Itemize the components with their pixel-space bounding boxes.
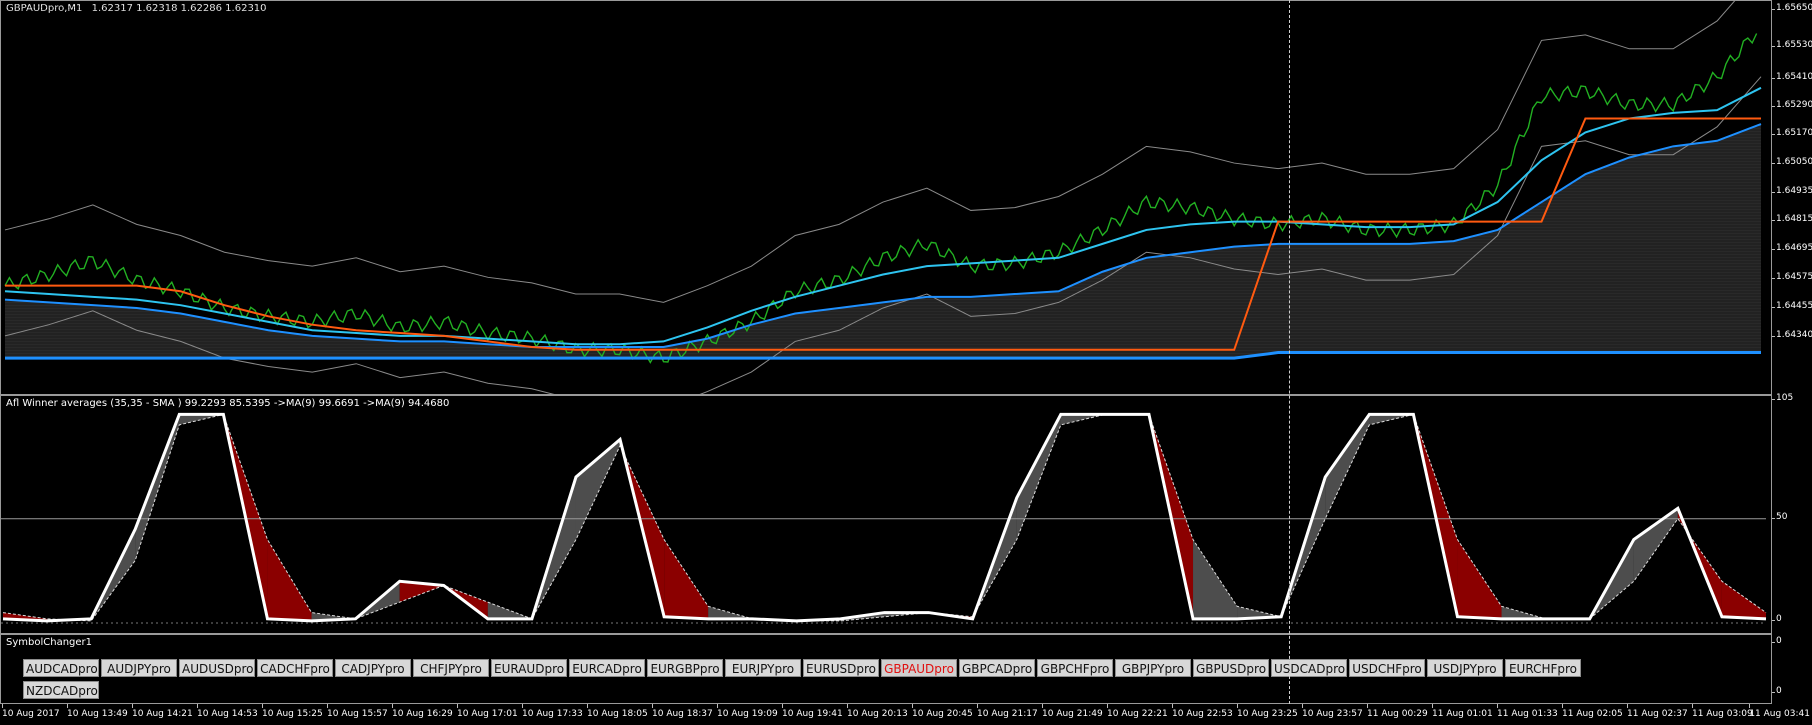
price-axis-tick: 1.65170 bbox=[1771, 128, 1812, 138]
symbol-button-eurchfpro[interactable]: EURCHFpro bbox=[1505, 659, 1581, 677]
main-chart-pane[interactable]: GBPAUDpro,M1 1.62317 1.62318 1.62286 1.6… bbox=[0, 0, 1772, 395]
price-axis-tick: 1.65650 bbox=[1771, 3, 1812, 13]
symbol-button-eurusdpro[interactable]: EURUSDpro bbox=[803, 659, 879, 677]
symbol-button-euraudpro[interactable]: EURAUDpro bbox=[491, 659, 567, 677]
price-chart-svg bbox=[4, 1, 1762, 394]
time-tick: 10 Aug 13:49 bbox=[67, 704, 128, 719]
symbol-button-gbpchfpro[interactable]: GBPCHFpro bbox=[1037, 659, 1113, 677]
oscillator-svg bbox=[1, 412, 1767, 624]
time-tick: 10 Aug 17:01 bbox=[457, 704, 518, 719]
symbol-button-audcadpro[interactable]: AUDCADpro bbox=[23, 659, 99, 677]
time-tick: 10 Aug 19:09 bbox=[717, 704, 778, 719]
price-axis-tick: 1.65530 bbox=[1771, 40, 1812, 50]
time-tick: 10 Aug 18:05 bbox=[587, 704, 648, 719]
symbol-button-gbpjpypro[interactable]: GBPJPYpro bbox=[1115, 659, 1191, 677]
time-tick: 10 Aug 23:25 bbox=[1237, 704, 1298, 719]
price-axis-tick: 1.65290 bbox=[1771, 100, 1812, 110]
time-tick: 10 Aug 2017 bbox=[2, 704, 60, 719]
time-tick: 11 Aug 03:41 bbox=[1749, 704, 1810, 719]
indicator-axis-tick: 50 bbox=[1771, 511, 1788, 522]
time-tick: 10 Aug 14:53 bbox=[197, 704, 258, 719]
symbol-button-gbpusdpro[interactable]: GBPUSDpro bbox=[1193, 659, 1269, 677]
osc-fill-down bbox=[267, 539, 312, 621]
symbol-button-audjpypro[interactable]: AUDJPYpro bbox=[101, 659, 177, 677]
price-axis-tick: 1.65410 bbox=[1771, 72, 1812, 82]
symbol-changer-pane: SymbolChanger1 AUDCADpro AUDJPYpro AUDUSDp… bbox=[0, 634, 1772, 704]
symbol-button-usdjpypro[interactable]: USDJPYpro bbox=[1427, 659, 1503, 677]
symbol-button-audusdpro[interactable]: AUDUSDpro bbox=[179, 659, 255, 677]
symbol-button-cadjpypro[interactable]: CADJPYpro bbox=[335, 659, 411, 677]
price-axis-tick: 1.64695 bbox=[1771, 243, 1812, 253]
time-tick: 10 Aug 23:57 bbox=[1302, 704, 1363, 719]
price-axis: 1.65650 1.65530 1.65410 1.65290 1.65170 1.650… bbox=[1771, 0, 1812, 395]
symbol-button-cadchfpro[interactable]: CADCHFpro bbox=[257, 659, 333, 677]
osc-fill-up bbox=[1016, 414, 1061, 540]
time-tick: 10 Aug 22:21 bbox=[1107, 704, 1168, 719]
symbol-button-nzdcadpro[interactable]: NZDCADpro bbox=[23, 681, 99, 699]
time-tick: 10 Aug 18:37 bbox=[652, 704, 713, 719]
price-axis-tick: 1.64575 bbox=[1771, 272, 1812, 282]
symbol-button-eurgbppro[interactable]: EURGBPpro bbox=[647, 659, 723, 677]
symbol-button-chfjpypro[interactable]: CHFJPYpro bbox=[413, 659, 489, 677]
time-tick: 11 Aug 02:37 bbox=[1627, 704, 1688, 719]
time-tick: 10 Aug 16:29 bbox=[392, 704, 453, 719]
osc-fill-down bbox=[1457, 539, 1502, 619]
time-tick: 10 Aug 20:45 bbox=[912, 704, 973, 719]
time-tick: 11 Aug 01:33 bbox=[1497, 704, 1558, 719]
osc-fill-down bbox=[664, 539, 709, 619]
symbol-button-usdcadpro[interactable]: USDCADpro bbox=[1271, 659, 1347, 677]
time-tick: 10 Aug 15:25 bbox=[262, 704, 323, 719]
symbol-axis-tick: 0 bbox=[1772, 686, 1782, 696]
osc-fill-up bbox=[1633, 508, 1678, 582]
crosshair-line bbox=[1289, 0, 1290, 704]
symbol-button-usdchfpro[interactable]: USDCHFpro bbox=[1349, 659, 1425, 677]
osc-fill-down bbox=[1721, 581, 1766, 619]
time-tick: 10 Aug 19:41 bbox=[782, 704, 843, 719]
indicator-pane[interactable]: Afl Winner averages (35,35 - SMA ) 99.22… bbox=[0, 395, 1772, 634]
symbol-button-eurcadpro[interactable]: EURCADpro bbox=[569, 659, 645, 677]
symbol-changer-title: SymbolChanger1 bbox=[6, 637, 93, 648]
time-axis: 10 Aug 2017 10 Aug 13:49 10 Aug 14:21 10 Au… bbox=[0, 704, 1812, 725]
osc-fill-up bbox=[575, 439, 621, 540]
time-tick: 10 Aug 21:49 bbox=[1042, 704, 1103, 719]
price-axis-tick: 1.64935 bbox=[1771, 186, 1812, 196]
time-tick: 11 Aug 02:05 bbox=[1562, 704, 1623, 719]
symbol-button-gbpaudpro[interactable]: GBPAUDpro bbox=[881, 659, 957, 677]
price-axis-tick: 1.64455 bbox=[1771, 301, 1812, 311]
price-axis-tick: 1.65050 bbox=[1771, 157, 1812, 167]
time-tick: 11 Aug 01:01 bbox=[1432, 704, 1493, 719]
indicator-axis-tick: 105 bbox=[1771, 393, 1794, 403]
symbol-pane-axis: 00 bbox=[1772, 634, 1812, 704]
price-axis-tick: 1.64340 bbox=[1771, 330, 1812, 340]
symbol-axis-tick: 0 bbox=[1772, 636, 1782, 646]
time-tick: 10 Aug 20:13 bbox=[847, 704, 908, 719]
time-tick: 11 Aug 00:29 bbox=[1367, 704, 1428, 719]
osc-fill-up bbox=[1193, 539, 1238, 619]
symbol-button-eurjpypro[interactable]: EURJPYpro bbox=[725, 659, 801, 677]
price-axis-tick: 1.64815 bbox=[1771, 214, 1812, 224]
time-tick: 10 Aug 22:53 bbox=[1172, 704, 1233, 719]
symbol-button-gbpcadpro[interactable]: GBPCADpro bbox=[959, 659, 1035, 677]
time-tick: 10 Aug 15:57 bbox=[327, 704, 388, 719]
time-tick: 11 Aug 03:09 bbox=[1692, 704, 1753, 719]
indicator-axis: 105 50 0 bbox=[1771, 393, 1812, 634]
time-tick: 10 Aug 14:21 bbox=[132, 704, 193, 719]
indicator-axis-tick: 0 bbox=[1772, 614, 1782, 624]
time-tick: 10 Aug 17:33 bbox=[522, 704, 583, 719]
time-tick: 10 Aug 21:17 bbox=[977, 704, 1038, 719]
